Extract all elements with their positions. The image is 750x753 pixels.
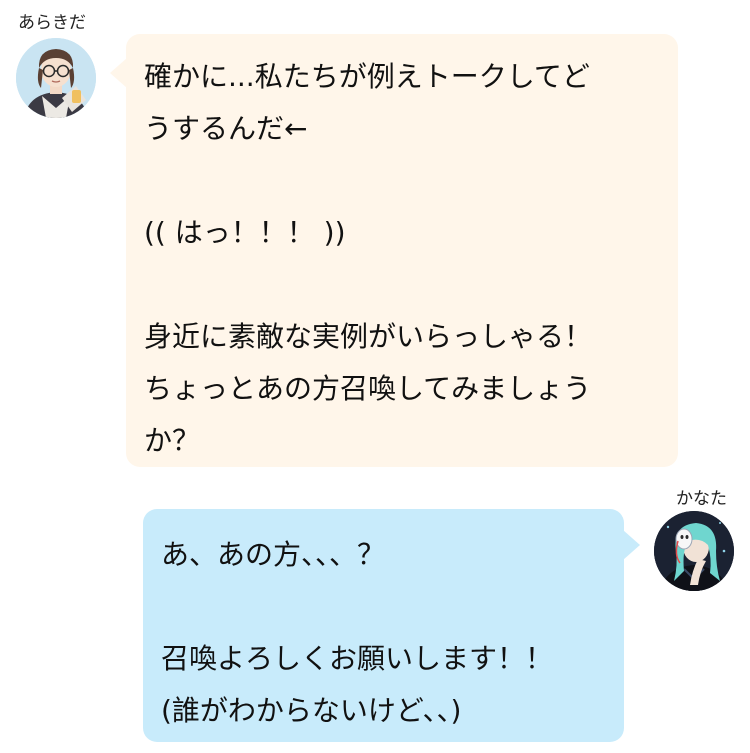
sender-avatar[interactable] [16,38,96,118]
masked-teal-hair-avatar-icon [654,511,734,591]
message-bubble[interactable]: あ、あの方、、、？ 召喚よろしくお願いします！！ (誰がわからないけど、、) [143,509,624,742]
message-line: 召喚よろしくお願いします！！ [161,642,554,675]
glasses-person-avatar-icon [16,38,96,118]
sender-name: あらきだ [18,13,86,33]
message-line: 確かに...私たちが例えトークしてど [144,60,590,93]
bubble-tail [110,58,127,88]
sender-avatar[interactable] [654,511,734,591]
message-line: うするんだ← [144,112,308,145]
message-line [144,259,666,311]
sender-name: かなた [676,489,727,509]
message-line: (誰がわからないけど、、) [161,694,462,727]
message-line: (( はっ！！！ )) [144,216,346,249]
message-line: あ、あの方、、、？ [161,538,386,571]
bubble-tail [623,530,640,560]
message-line: 身近に素敵な実例がいらっしゃる！ [144,320,593,353]
message-line: ちょっとあの方召喚してみましょう [144,372,592,405]
message-bubble[interactable]: 確かに...私たちが例えトークしてど うするんだ← (( はっ！！！ )) 身近… [126,34,678,467]
message-line: か？ [144,424,201,457]
message-line [161,581,614,633]
message-line [144,155,666,207]
